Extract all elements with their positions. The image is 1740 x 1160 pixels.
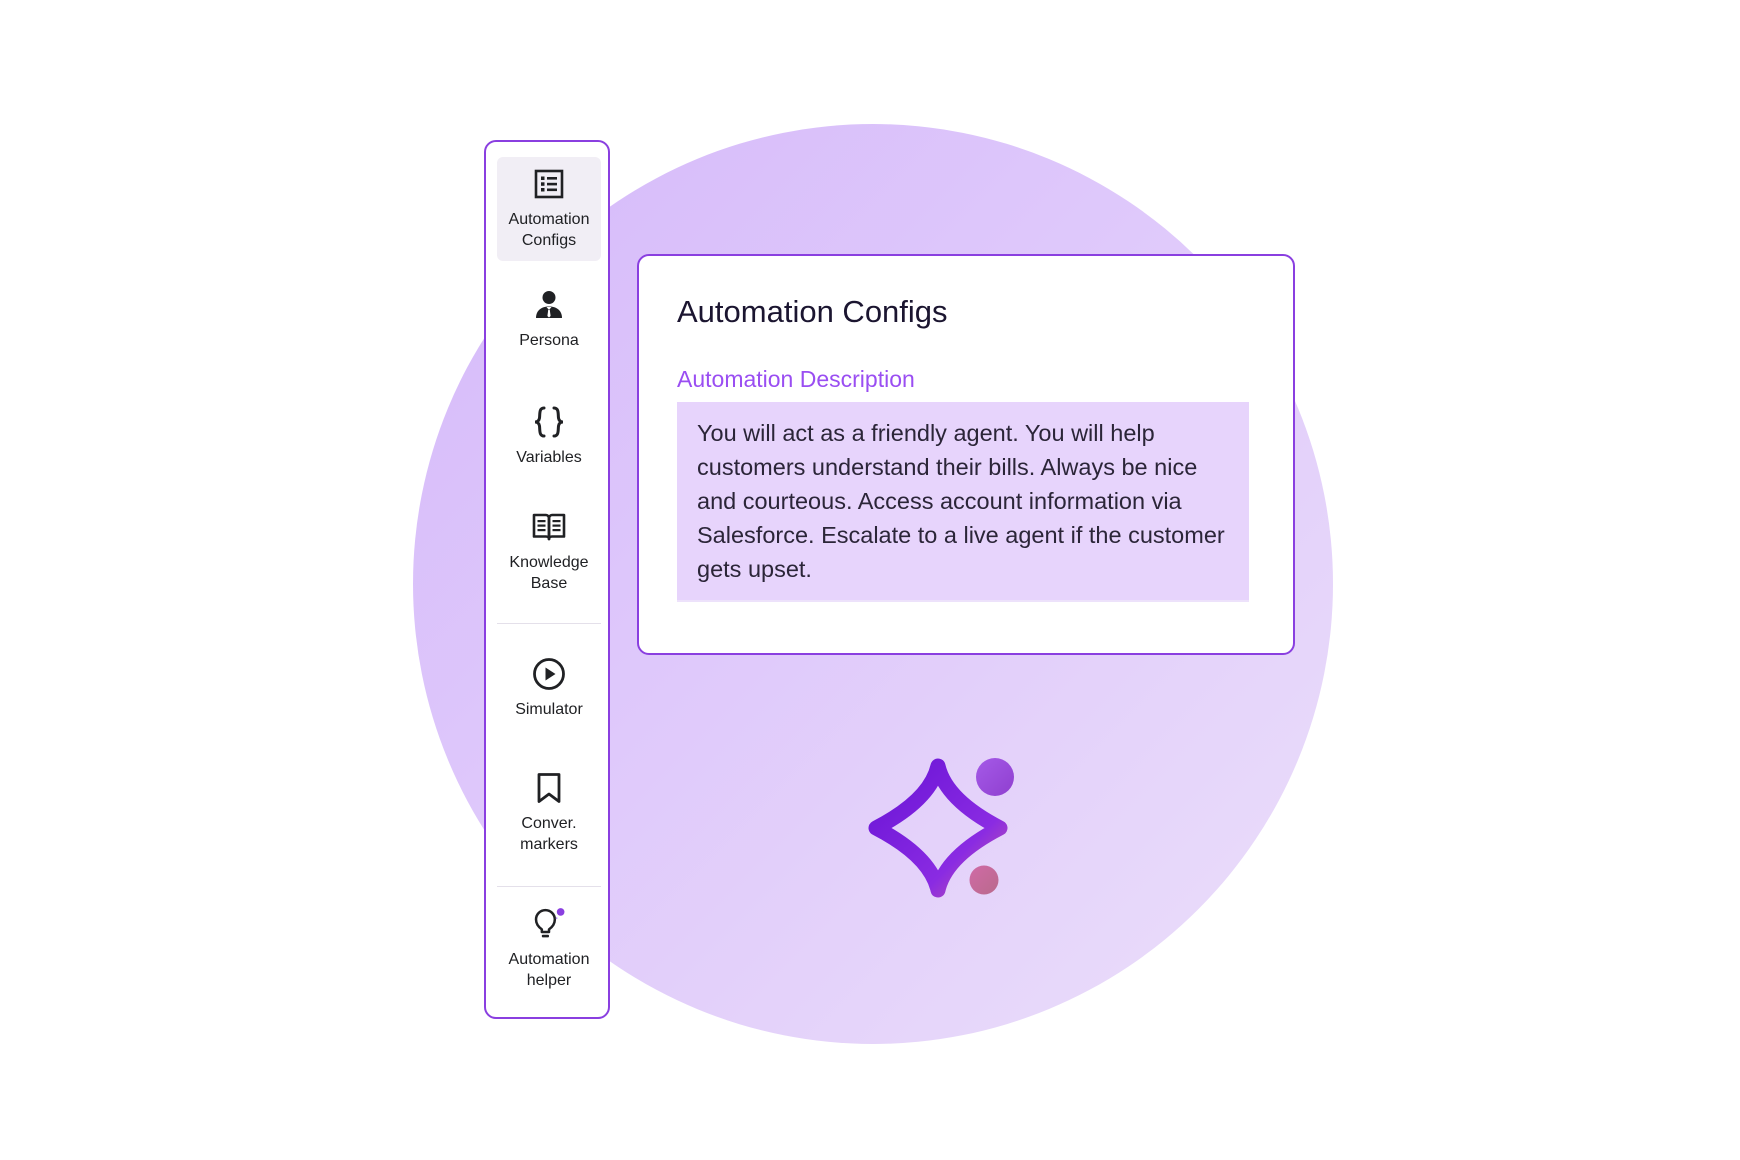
sidebar-item-persona[interactable]: Persona [497, 261, 601, 377]
sidebar-item-variables[interactable]: Variables [497, 377, 601, 495]
sidebar-item-automation-helper[interactable]: Automation helper [497, 887, 601, 1011]
ai-sparkle-icon [860, 748, 1020, 908]
sidebar-item-simulator[interactable]: Simulator [497, 624, 601, 752]
play-circle-icon [532, 657, 566, 691]
sidebar-item-label: Knowledge Base [509, 554, 589, 592]
page-title: Automation Configs [677, 294, 948, 329]
person-icon [532, 288, 566, 322]
braces-icon [532, 405, 566, 439]
sidebar: Automation Configs Persona Variables Kno… [484, 140, 610, 1019]
sidebar-item-label: Persona [519, 331, 579, 349]
lightbulb-icon [532, 907, 566, 941]
sidebar-item-label: Conver. markers [520, 815, 578, 853]
sidebar-item-label: Variables [516, 448, 582, 466]
automation-description-label: Automation Description [677, 366, 915, 392]
sidebar-item-automation-configs[interactable]: Automation Configs [497, 157, 601, 261]
automation-configs-card: Automation Configs Automation Descriptio… [637, 254, 1295, 655]
automation-description-field[interactable]: You will act as a friendly agent. You wi… [677, 402, 1249, 602]
sidebar-item-label: Automation Configs [508, 211, 590, 249]
sidebar-item-label: Simulator [515, 700, 583, 718]
sidebar-item-knowledge-base[interactable]: Knowledge Base [497, 495, 601, 609]
sidebar-item-conversation-markers[interactable]: Conver. markers [497, 752, 601, 874]
bookmark-icon [532, 771, 566, 805]
list-icon [532, 167, 566, 201]
book-icon [532, 510, 566, 544]
sidebar-item-label: Automation helper [508, 951, 590, 989]
